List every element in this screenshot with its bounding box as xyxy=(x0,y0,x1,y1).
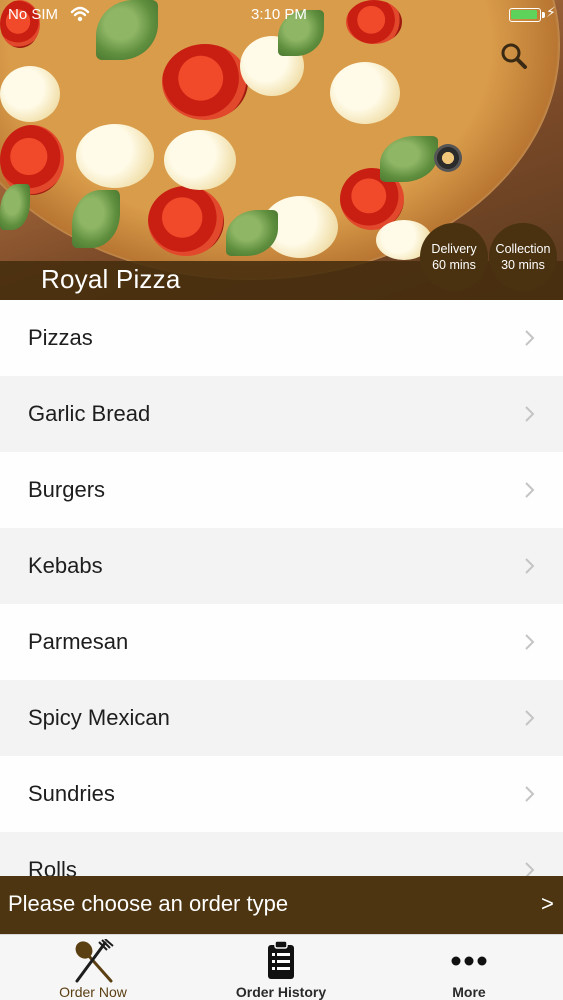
chevron-right-icon xyxy=(525,482,535,498)
fork-knife-icon xyxy=(75,939,114,983)
hero-banner: Royal Pizza Delivery 60 mins Collection … xyxy=(0,0,563,300)
more-dots-icon xyxy=(451,956,487,966)
basil-topping xyxy=(0,184,30,230)
mozzarella-topping xyxy=(0,66,60,122)
category-label: Burgers xyxy=(28,477,106,502)
mozzarella-topping xyxy=(330,62,400,124)
chevron-right-icon xyxy=(525,862,535,876)
category-row-kebabs[interactable]: Kebabs xyxy=(0,528,563,604)
restaurant-name: Royal Pizza xyxy=(41,264,181,294)
wifi-icon xyxy=(70,6,90,22)
category-list: Pizzas Garlic Bread Burgers Kebabs Parme… xyxy=(0,300,563,876)
tab-label: Order History xyxy=(235,984,327,1000)
category-label: Rolls xyxy=(28,857,77,876)
tomato-topping xyxy=(148,186,224,256)
category-row-garlic-bread[interactable]: Garlic Bread xyxy=(0,376,563,452)
delivery-time: 60 mins xyxy=(432,258,476,272)
tab-more[interactable]: More xyxy=(394,935,544,1000)
mozzarella-topping xyxy=(76,124,154,188)
category-row-parmesan[interactable]: Parmesan xyxy=(0,604,563,680)
category-row-rolls[interactable]: Rolls xyxy=(0,832,563,876)
category-row-burgers[interactable]: Burgers xyxy=(0,452,563,528)
delivery-label: Delivery xyxy=(431,242,477,256)
search-icon[interactable] xyxy=(498,40,530,72)
olive-topping xyxy=(434,144,462,172)
tab-order-history[interactable]: Order History xyxy=(206,935,356,1000)
category-label: Pizzas xyxy=(28,325,93,350)
tomato-topping xyxy=(0,125,64,195)
category-label: Sundries xyxy=(28,781,115,806)
chevron-right-icon xyxy=(525,710,535,726)
tab-order-now[interactable]: Order Now xyxy=(18,935,168,1000)
order-type-arrow: > xyxy=(541,891,554,916)
category-row-spicy-mexican[interactable]: Spicy Mexican xyxy=(0,680,563,756)
collection-time: 30 mins xyxy=(501,258,545,272)
mozzarella-topping xyxy=(164,130,236,190)
tab-label: Order Now xyxy=(59,984,127,1000)
delivery-time-badge: Delivery 60 mins xyxy=(420,223,488,291)
tab-bar: Order Now Order History More xyxy=(0,934,563,1000)
collection-time-badge: Collection 30 mins xyxy=(489,223,557,291)
category-label: Kebabs xyxy=(28,553,103,578)
battery-icon xyxy=(509,8,545,22)
status-bar: No SIM 3:10 PM ⚡ xyxy=(0,0,563,30)
carrier-label: No SIM xyxy=(8,6,59,23)
chevron-right-icon xyxy=(525,634,535,650)
tab-label: More xyxy=(452,984,486,1000)
category-label: Garlic Bread xyxy=(28,401,151,426)
chevron-right-icon xyxy=(525,786,535,802)
chevron-right-icon xyxy=(525,406,535,422)
collection-label: Collection xyxy=(495,242,551,256)
category-row-pizzas[interactable]: Pizzas xyxy=(0,300,563,376)
tomato-topping xyxy=(162,44,248,120)
chevron-right-icon xyxy=(525,558,535,574)
chevron-right-icon xyxy=(525,330,535,346)
category-label: Spicy Mexican xyxy=(28,705,170,730)
order-type-bar[interactable]: Please choose an order type > xyxy=(0,876,563,934)
charging-icon: ⚡ xyxy=(546,4,556,20)
order-type-prompt: Please choose an order type xyxy=(8,891,289,916)
category-row-sundries[interactable]: Sundries xyxy=(0,756,563,832)
clipboard-icon xyxy=(268,940,294,979)
clock: 3:10 PM xyxy=(251,6,307,23)
category-label: Parmesan xyxy=(28,629,129,654)
